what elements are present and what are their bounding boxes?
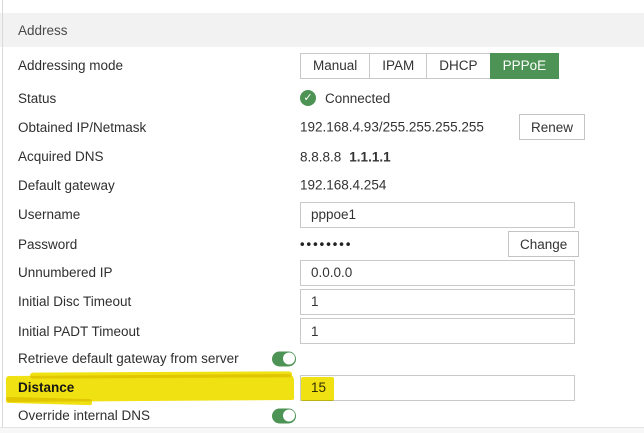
row-initial-padt-timeout: Initial PADT Timeout	[0, 316, 644, 346]
addressing-mode-segmented-control: Manual IPAM DHCP PPPoE	[300, 52, 560, 79]
address-form: Addressing mode Manual IPAM DHCP PPPoE S…	[0, 47, 644, 427]
section-title: Address	[18, 22, 68, 38]
distance-highlight-annotation	[29, 371, 293, 379]
row-retrieve-default-gateway: Retrieve default gateway from server	[0, 346, 644, 371]
row-distance: Distance	[0, 371, 644, 406]
addressing-mode-label: Addressing mode	[18, 58, 124, 73]
username-input[interactable]	[300, 201, 575, 228]
connected-check-icon: ✓	[300, 90, 316, 106]
row-obtained-ip: Obtained IP/Netmask 192.168.4.93/255.255…	[0, 112, 644, 142]
initial-disc-timeout-label: Initial Disc Timeout	[18, 294, 132, 309]
override-internal-dns-toggle[interactable]	[272, 408, 296, 423]
row-addressing-mode: Addressing mode Manual IPAM DHCP PPPoE	[0, 47, 644, 84]
row-default-gateway: Default gateway 192.168.4.254	[0, 171, 644, 199]
section-header-address: Address	[0, 13, 644, 47]
initial-padt-timeout-label: Initial PADT Timeout	[18, 323, 140, 339]
row-initial-disc-timeout: Initial Disc Timeout	[0, 287, 644, 316]
password-masked-value: ••••••••	[300, 236, 353, 252]
password-label: Password	[18, 236, 78, 252]
row-unnumbered-ip: Unnumbered IP	[0, 258, 644, 287]
retrieve-default-gateway-toggle[interactable]	[272, 351, 296, 366]
initial-disc-timeout-input[interactable]	[300, 288, 575, 315]
row-username: Username	[0, 199, 644, 230]
initial-padt-timeout-input[interactable]	[300, 318, 575, 344]
default-gateway-value: 192.168.4.254	[300, 177, 387, 193]
next-section-edge	[0, 427, 644, 433]
renew-button[interactable]: Renew	[519, 114, 586, 140]
unnumbered-ip-label: Unnumbered IP	[18, 265, 113, 280]
status-label: Status	[18, 90, 57, 106]
acquired-dns-label: Acquired DNS	[18, 149, 104, 164]
username-label: Username	[18, 207, 81, 222]
toggle-knob	[283, 409, 295, 422]
toggle-knob	[283, 352, 295, 365]
row-override-internal-dns: Override internal DNS	[0, 404, 644, 427]
obtained-ip-value: 192.168.4.93/255.255.255.255	[300, 119, 484, 135]
retrieve-default-gateway-label: Retrieve default gateway from server	[18, 351, 239, 366]
default-gateway-label: Default gateway	[18, 177, 115, 193]
addressing-mode-option-manual[interactable]: Manual	[300, 52, 371, 79]
acquired-dns-values: 8.8.8.8 1.1.1.1	[300, 149, 391, 164]
row-password: Password •••••••• Change	[0, 230, 644, 258]
status-value-wrap: ✓ Connected	[300, 90, 390, 106]
distance-input[interactable]	[300, 374, 575, 401]
interface-address-panel: Address Addressing mode Manual IPAM DHCP…	[0, 0, 644, 433]
unnumbered-ip-input[interactable]	[300, 259, 575, 286]
top-spacer	[0, 0, 644, 13]
change-password-button[interactable]: Change	[508, 231, 580, 257]
distance-label: Distance	[18, 380, 75, 395]
obtained-ip-label: Obtained IP/Netmask	[18, 119, 147, 135]
dns-secondary-value: 1.1.1.1	[349, 149, 391, 164]
override-internal-dns-label: Override internal DNS	[18, 408, 151, 423]
row-status: Status ✓ Connected	[0, 84, 644, 112]
row-acquired-dns: Acquired DNS 8.8.8.8 1.1.1.1	[0, 142, 644, 171]
status-value: Connected	[325, 90, 391, 106]
addressing-mode-option-dhcp[interactable]: DHCP	[426, 52, 491, 79]
addressing-mode-option-pppoe[interactable]: PPPoE	[489, 52, 560, 79]
dns-primary-value: 8.8.8.8	[300, 149, 342, 164]
addressing-mode-option-ipam[interactable]: IPAM	[369, 52, 428, 79]
